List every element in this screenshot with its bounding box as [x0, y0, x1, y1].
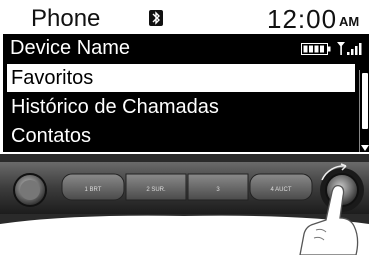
dashboard-controls-photo: 1 BRT 2 SUR. 3 4 AUCT [0, 154, 369, 256]
head-unit-screen: Phone 12:00 AM Device Name Favoritos His… [3, 4, 369, 152]
battery-icon [301, 42, 331, 55]
preset-label-4: 4 AUCT [270, 187, 291, 193]
volume-knob-icon[interactable] [13, 173, 47, 207]
menu-item-historico-de-chamadas[interactable]: Histórico de Chamadas [7, 93, 355, 121]
screen-title: Phone [31, 5, 101, 32]
scroll-thumb[interactable] [362, 73, 368, 129]
menu-item-contatos[interactable]: Contatos [7, 122, 355, 150]
clock-ampm: AM [339, 14, 360, 29]
menu-item-favoritos[interactable]: Favoritos [7, 64, 355, 92]
bluetooth-icon [149, 10, 163, 26]
preset-button-1[interactable]: 1 BRT [61, 173, 125, 201]
device-row: Device Name [3, 34, 369, 62]
preset-label-1: 1 BRT [85, 187, 102, 193]
clock: 12:00 [267, 4, 338, 34]
scroll-down-arrow-icon[interactable] [361, 145, 369, 151]
scrollbar[interactable] [359, 70, 369, 152]
device-name: Device Name [10, 37, 131, 59]
preset-button-2[interactable]: 2 SUR. [125, 173, 187, 201]
signal-strength-icon [336, 40, 364, 56]
preset-button-3[interactable]: 3 [187, 173, 249, 201]
status-bar: Phone 12:00 AM [3, 4, 369, 34]
preset-button-4[interactable]: 4 AUCT [249, 173, 313, 201]
preset-label-2: 2 SUR. [146, 187, 166, 193]
